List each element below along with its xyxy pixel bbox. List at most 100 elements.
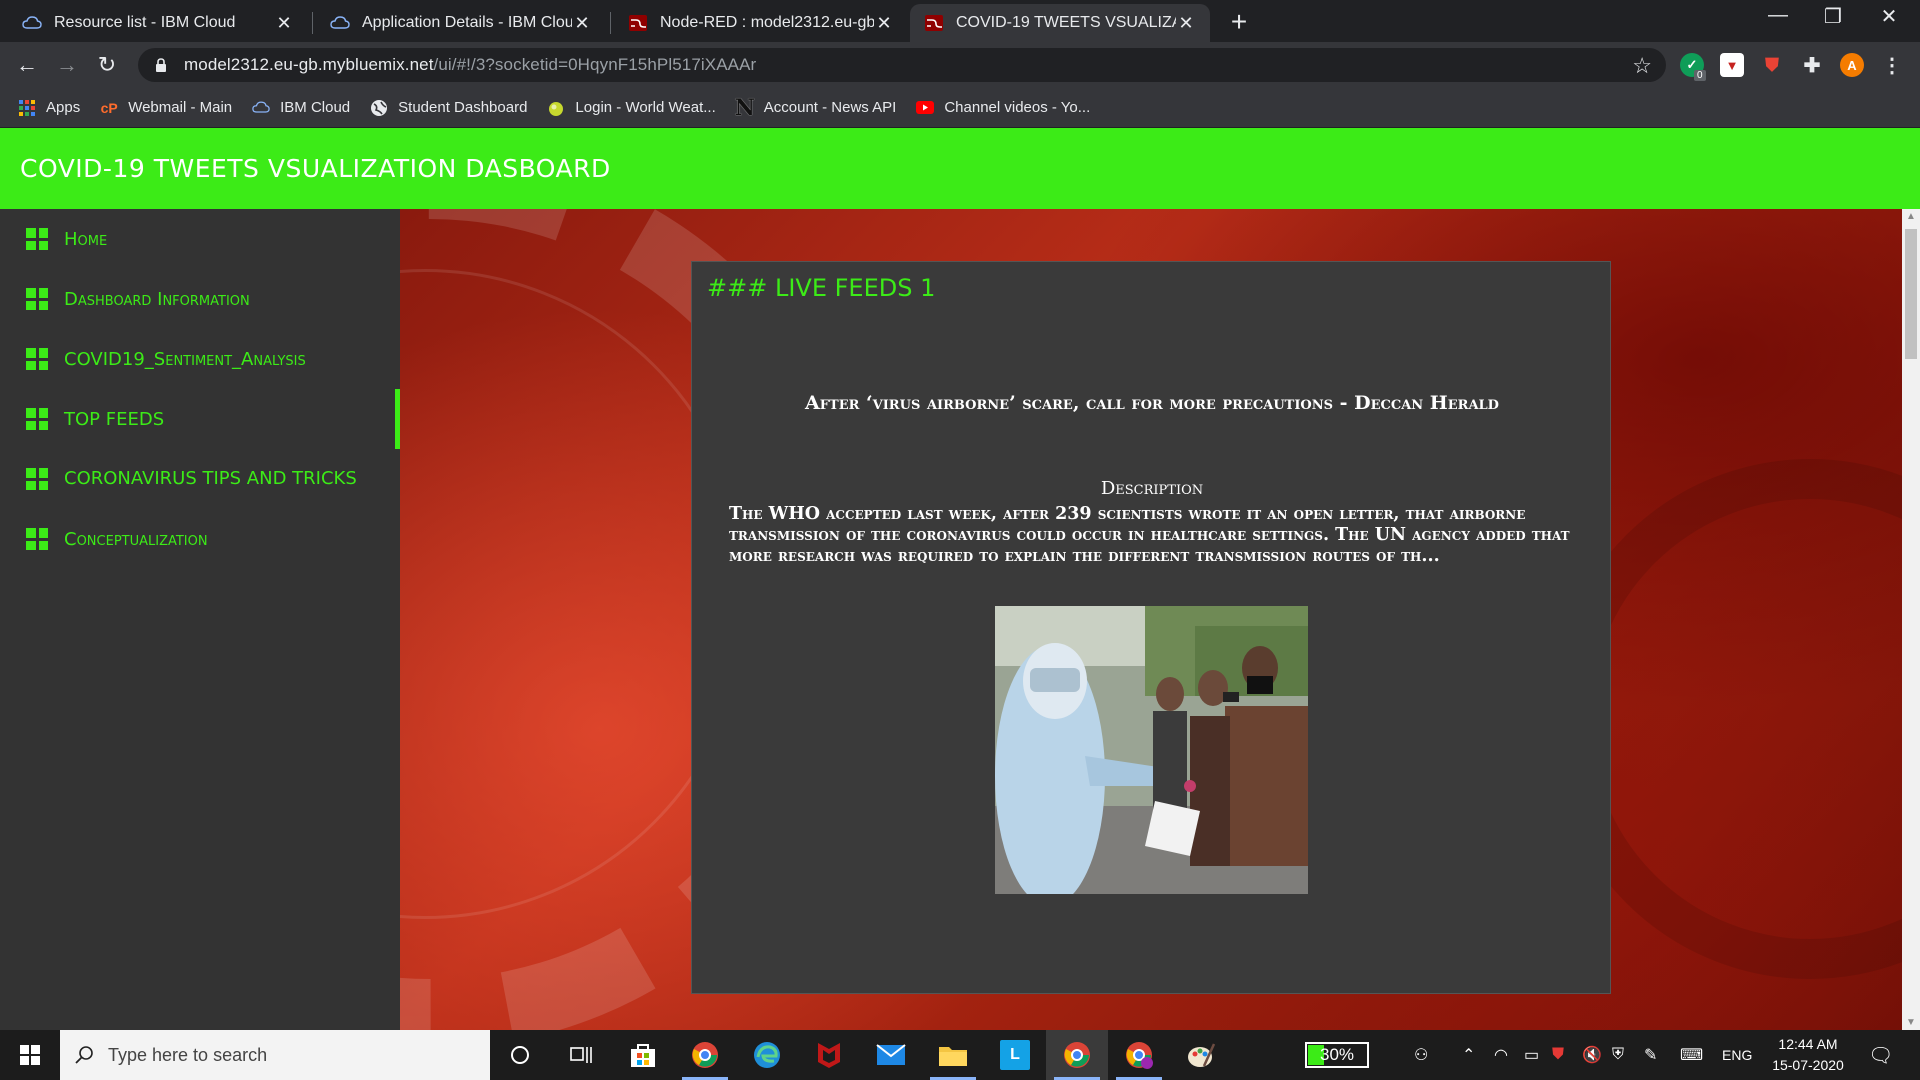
windows-taskbar: Type here to search L 30% ⚇ ⌃ ◠ ▭ ⛊ 🔇 ⛨ … bbox=[0, 1030, 1920, 1080]
l-app-icon[interactable]: L bbox=[984, 1030, 1046, 1080]
close-icon[interactable]: ✕ bbox=[1176, 13, 1196, 34]
sidebar-item-label: CORONAVIRUS TIPS AND TRICKS bbox=[64, 468, 357, 489]
cpanel-icon: cP bbox=[100, 99, 118, 116]
description-label: Description bbox=[1100, 478, 1204, 499]
dashboard-header: COVID-19 TWEETS VSUALIZATION DASBOARD bbox=[0, 128, 1920, 209]
dashboard-grid-icon bbox=[26, 348, 48, 370]
dashboard-grid-icon bbox=[26, 228, 48, 250]
tab-title: Node-RED : model2312.eu-gb.m bbox=[660, 14, 874, 31]
chevron-up-icon[interactable]: ⌃ bbox=[1462, 1030, 1475, 1080]
notification-icon[interactable]: 🗨 bbox=[1868, 1030, 1893, 1080]
mcafee-extension-icon[interactable]: ⛊ bbox=[1760, 53, 1784, 77]
chrome-active-window-icon[interactable] bbox=[1046, 1030, 1108, 1080]
dashboard-grid-icon bbox=[26, 528, 48, 550]
pen-icon[interactable]: ✎ bbox=[1644, 1030, 1657, 1080]
sidebar-item-conceptualization[interactable]: Conceptualization bbox=[0, 509, 400, 569]
chrome-profile-b-icon[interactable] bbox=[1108, 1030, 1170, 1080]
people-icon[interactable]: ⚇ bbox=[1414, 1030, 1428, 1080]
url-path: /ui/#!/3?socketid=0HqynF15hPl517iXAAAr bbox=[433, 55, 757, 74]
ibm-cloud-icon bbox=[252, 99, 270, 117]
tab-separator bbox=[312, 12, 313, 34]
keyboard-icon[interactable]: ⌨ bbox=[1680, 1030, 1703, 1080]
taskbar-search-box[interactable]: Type here to search bbox=[60, 1030, 490, 1080]
file-explorer-icon[interactable] bbox=[922, 1030, 984, 1080]
bookmark-ibm-cloud[interactable]: IBM Cloud bbox=[252, 99, 350, 117]
dashboard-grid-icon bbox=[26, 408, 48, 430]
bookmark-label: Webmail - Main bbox=[128, 99, 233, 116]
security-shield-icon[interactable]: ⛨ bbox=[1612, 1030, 1624, 1080]
address-bar[interactable]: model2312.eu-gb.mybluemix.net/ui/#!/3?so… bbox=[138, 48, 1666, 82]
browser-toolbar: ← → ↻ model2312.eu-gb.mybluemix.net/ui/#… bbox=[0, 42, 1920, 88]
windows-start-icon[interactable] bbox=[0, 1030, 60, 1080]
node-red-icon bbox=[924, 13, 944, 33]
close-window-button[interactable]: ✕ bbox=[1866, 4, 1912, 29]
edge-icon[interactable] bbox=[736, 1030, 798, 1080]
language-indicator[interactable]: ENG bbox=[1722, 1030, 1752, 1080]
bookmark-label: Apps bbox=[46, 99, 81, 116]
bookmark-youtube[interactable]: Channel videos - Yo... bbox=[916, 99, 1090, 117]
sidebar-item-tips-and-tricks[interactable]: CORONAVIRUS TIPS AND TRICKS bbox=[0, 449, 400, 509]
close-icon[interactable]: ✕ bbox=[874, 13, 894, 34]
scroll-up-arrow-icon[interactable]: ▲ bbox=[1906, 211, 1916, 222]
minimize-button[interactable]: — bbox=[1755, 4, 1801, 27]
tab-title: COVID-19 TWEETS VSUALIZATIO bbox=[956, 14, 1176, 31]
chrome-profile-a-icon[interactable] bbox=[674, 1030, 736, 1080]
url-text: model2312.eu-gb.mybluemix.net/ui/#!/3?so… bbox=[184, 55, 756, 75]
puzzle-extensions-icon[interactable]: ✚ bbox=[1800, 53, 1824, 77]
feed-headline: After ‘virus airborne’ scare, call for m… bbox=[805, 392, 1499, 414]
bookmark-student-dashboard[interactable]: Student Dashboard bbox=[370, 99, 527, 117]
pocket-extension-icon[interactable]: ▼ bbox=[1720, 53, 1744, 77]
clock-time: 12:44 AM bbox=[1778, 1036, 1838, 1052]
panel-title: ### LIVE FEEDS 1 bbox=[707, 274, 936, 302]
bookmark-label: Student Dashboard bbox=[398, 99, 528, 116]
mail-icon[interactable] bbox=[860, 1030, 922, 1080]
bookmarks-bar: Apps cP Webmail - Main IBM Cloud Student… bbox=[0, 88, 1920, 128]
scroll-down-arrow-icon[interactable]: ▼ bbox=[1906, 1017, 1916, 1028]
bookmark-webmail[interactable]: cP Webmail - Main bbox=[100, 99, 232, 117]
wifi-icon[interactable]: ◠ bbox=[1494, 1030, 1508, 1080]
bookmark-apps[interactable]: Apps bbox=[18, 99, 80, 117]
reload-icon[interactable]: ↻ bbox=[92, 50, 122, 80]
sidebar-item-dashboard-information[interactable]: Dashboard Information bbox=[0, 269, 400, 329]
battery-indicator[interactable]: 30% bbox=[1305, 1042, 1369, 1068]
back-arrow-icon[interactable]: ← bbox=[12, 50, 42, 80]
cortana-icon[interactable] bbox=[490, 1030, 550, 1080]
extension-badge: 0 bbox=[1694, 70, 1706, 81]
dashboard-grid-icon bbox=[26, 468, 48, 490]
tab-node-red[interactable]: Node-RED : model2312.eu-gb.m ✕ bbox=[614, 4, 908, 42]
restore-button[interactable]: ❐ bbox=[1810, 4, 1856, 29]
menu-kebab-icon[interactable]: ⋮ bbox=[1880, 53, 1904, 77]
sidebar-item-home[interactable]: Home bbox=[0, 209, 400, 269]
task-view-icon[interactable] bbox=[550, 1030, 612, 1080]
forward-arrow-icon[interactable]: → bbox=[52, 50, 82, 80]
new-tab-button[interactable]: + bbox=[1222, 6, 1256, 38]
tab-separator bbox=[610, 12, 611, 34]
ibm-cloud-icon bbox=[22, 13, 42, 33]
clock[interactable]: 12:44 AM 15-07-2020 bbox=[1760, 1034, 1856, 1076]
sidebar-item-top-feeds[interactable]: TOP FEEDS bbox=[0, 389, 400, 449]
paint-icon[interactable] bbox=[1170, 1030, 1232, 1080]
ibm-cloud-icon bbox=[330, 13, 350, 33]
close-icon[interactable]: ✕ bbox=[572, 13, 592, 34]
sidebar-item-sentiment-analysis[interactable]: COVID19_Sentiment_Analysis bbox=[0, 329, 400, 389]
mcafee-icon[interactable] bbox=[798, 1030, 860, 1080]
tab-covid-dashboard[interactable]: COVID-19 TWEETS VSUALIZATIO ✕ bbox=[910, 4, 1210, 42]
tab-title: Resource list - IBM Cloud bbox=[54, 14, 236, 31]
bookmark-label: Channel videos - Yo... bbox=[944, 99, 1091, 116]
close-icon[interactable]: ✕ bbox=[274, 13, 294, 34]
microsoft-store-icon[interactable] bbox=[612, 1030, 674, 1080]
mcafee-tray-icon[interactable]: ⛊ bbox=[1552, 1030, 1564, 1080]
bookmark-news-api[interactable]: N Account - News API bbox=[735, 95, 897, 121]
bookmark-star-icon[interactable]: ☆ bbox=[1632, 53, 1652, 79]
battery-saver-icon[interactable]: ▭ bbox=[1524, 1030, 1539, 1080]
speaker-muted-icon[interactable]: 🔇 bbox=[1582, 1030, 1602, 1080]
tab-resource-list[interactable]: Resource list - IBM Cloud ✕ bbox=[8, 4, 308, 42]
page-scrollbar[interactable]: ▲ ▼ bbox=[1902, 209, 1920, 1030]
profile-avatar[interactable]: A bbox=[1840, 53, 1864, 77]
tab-application-details[interactable]: Application Details - IBM Cloud ✕ bbox=[316, 4, 606, 42]
node-red-icon bbox=[628, 13, 648, 33]
dashboard-title: COVID-19 TWEETS VSUALIZATION DASBOARD bbox=[20, 154, 611, 183]
url-host: model2312.eu-gb.mybluemix.net bbox=[184, 55, 434, 74]
bookmark-world-weather[interactable]: Login - World Weat... bbox=[547, 99, 716, 117]
scrollbar-thumb[interactable] bbox=[1905, 229, 1917, 359]
